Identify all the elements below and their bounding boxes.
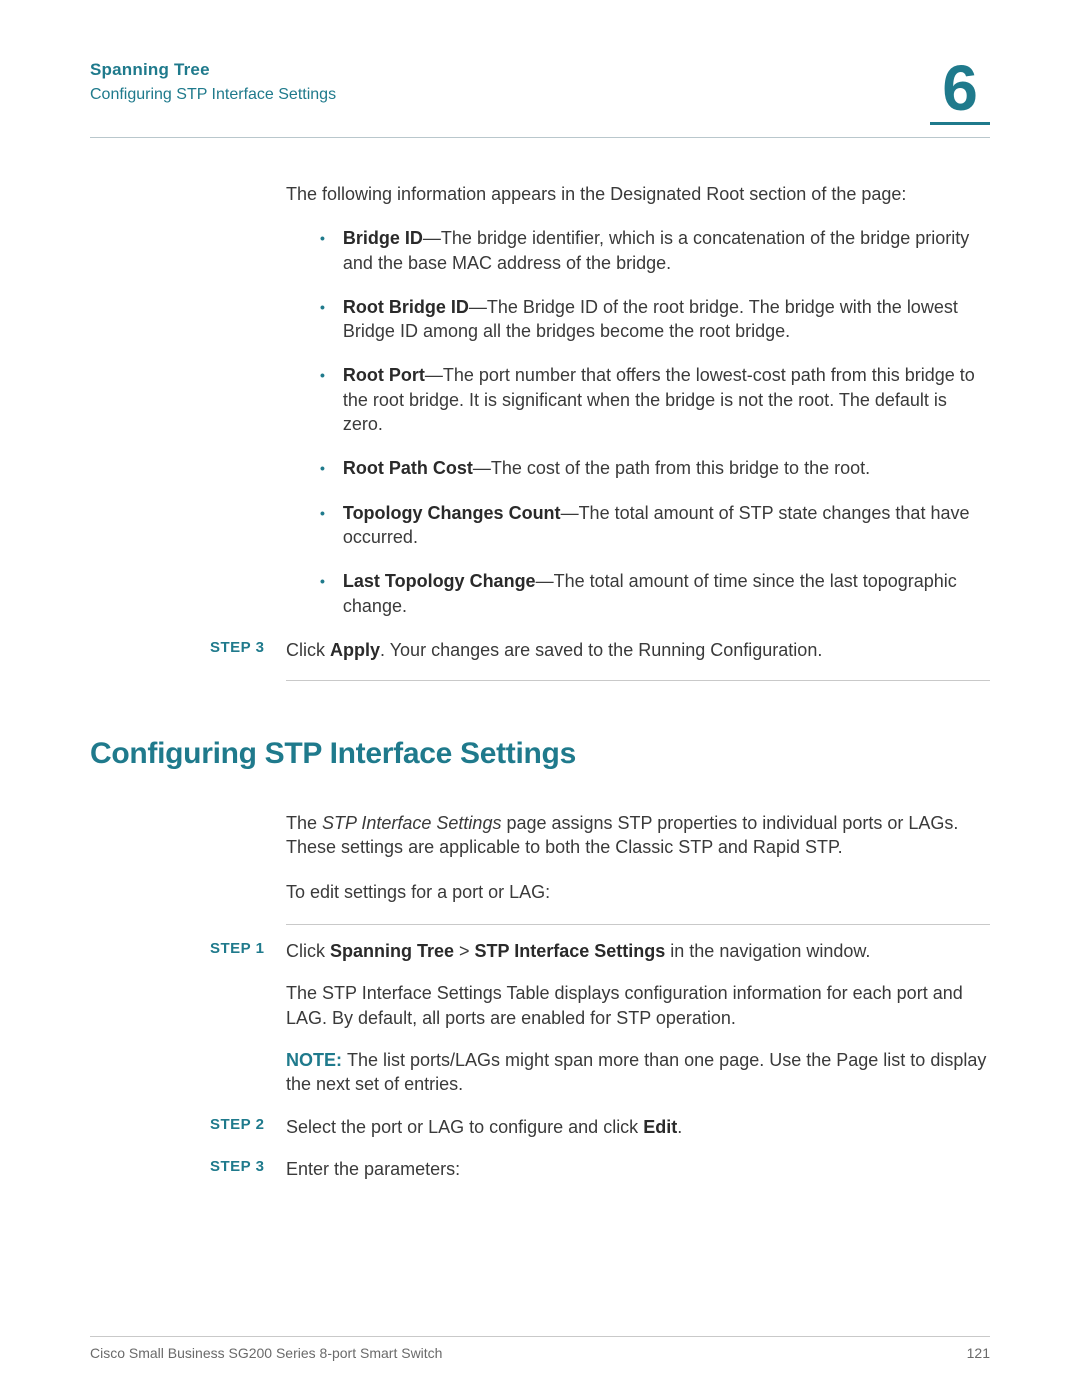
step-label: STEP 2 (210, 1115, 286, 1133)
step-text: Enter the parameters: (286, 1157, 990, 1181)
chapter-number-box: 6 (930, 56, 990, 125)
page-header: Spanning Tree Configuring STP Interface … (90, 56, 990, 125)
bullet-icon: • (320, 230, 325, 246)
bullet-text: Last Topology Change—The total amount of… (343, 569, 990, 618)
section-divider (286, 680, 990, 681)
list-item: • Bridge ID—The bridge identifier, which… (320, 226, 990, 275)
note-lead: NOTE: (286, 1050, 347, 1070)
bullet-text: Topology Changes Count—The total amount … (343, 501, 990, 550)
bullet-text: Root Bridge ID—The Bridge ID of the root… (343, 295, 990, 344)
chapter-number: 6 (930, 56, 990, 120)
bullet-text: Root Path Cost—The cost of the path from… (343, 456, 990, 480)
page-footer: Cisco Small Business SG200 Series 8-port… (90, 1336, 990, 1361)
step-label: STEP 1 (210, 939, 286, 957)
page-content: The following information appears in the… (90, 138, 990, 1181)
step-1-body: The STP Interface Settings Table display… (286, 981, 990, 1030)
bullet-icon: • (320, 460, 325, 476)
list-item: • Root Path Cost—The cost of the path fr… (320, 456, 990, 480)
header-left: Spanning Tree Configuring STP Interface … (90, 56, 336, 104)
bullet-icon: • (320, 299, 325, 315)
step-3-top: STEP 3 Click Apply. Your changes are sav… (210, 638, 990, 662)
step-3: STEP 3 Enter the parameters: (210, 1157, 990, 1181)
steps-divider (286, 924, 990, 925)
step-2: STEP 2 Select the port or LAG to configu… (210, 1115, 990, 1139)
step-text: Select the port or LAG to configure and … (286, 1115, 990, 1139)
header-title: Spanning Tree (90, 60, 336, 80)
page-number: 121 (967, 1345, 990, 1361)
footer-left: Cisco Small Business SG200 Series 8-port… (90, 1345, 442, 1361)
intro-paragraph: The following information appears in the… (286, 182, 990, 206)
list-item: • Topology Changes Count—The total amoun… (320, 501, 990, 550)
section-heading: Configuring STP Interface Settings (90, 737, 990, 771)
bullet-list: • Bridge ID—The bridge identifier, which… (320, 226, 990, 618)
step-text: Click Spanning Tree > STP Interface Sett… (286, 939, 990, 963)
header-subtitle: Configuring STP Interface Settings (90, 86, 336, 104)
bullet-text: Root Port—The port number that offers th… (343, 363, 990, 436)
section-paragraph-2: To edit settings for a port or LAG: (286, 880, 990, 904)
note-text: The list ports/LAGs might span more than… (286, 1050, 986, 1094)
footer-row: Cisco Small Business SG200 Series 8-port… (90, 1345, 990, 1361)
step-label: STEP 3 (210, 638, 286, 656)
step-text: Click Apply. Your changes are saved to t… (286, 638, 990, 662)
bullet-icon: • (320, 505, 325, 521)
step-label: STEP 3 (210, 1157, 286, 1175)
list-item: • Root Bridge ID—The Bridge ID of the ro… (320, 295, 990, 344)
footer-rule (90, 1336, 990, 1337)
step-1-note: NOTE: The list ports/LAGs might span mor… (286, 1048, 990, 1097)
step-1: STEP 1 Click Spanning Tree > STP Interfa… (210, 939, 990, 963)
section-paragraph-1: The STP Interface Settings page assigns … (286, 811, 990, 860)
bullet-icon: • (320, 367, 325, 383)
list-item: • Root Port—The port number that offers … (320, 363, 990, 436)
bullet-icon: • (320, 573, 325, 589)
bullet-text: Bridge ID—The bridge identifier, which i… (343, 226, 990, 275)
list-item: • Last Topology Change—The total amount … (320, 569, 990, 618)
